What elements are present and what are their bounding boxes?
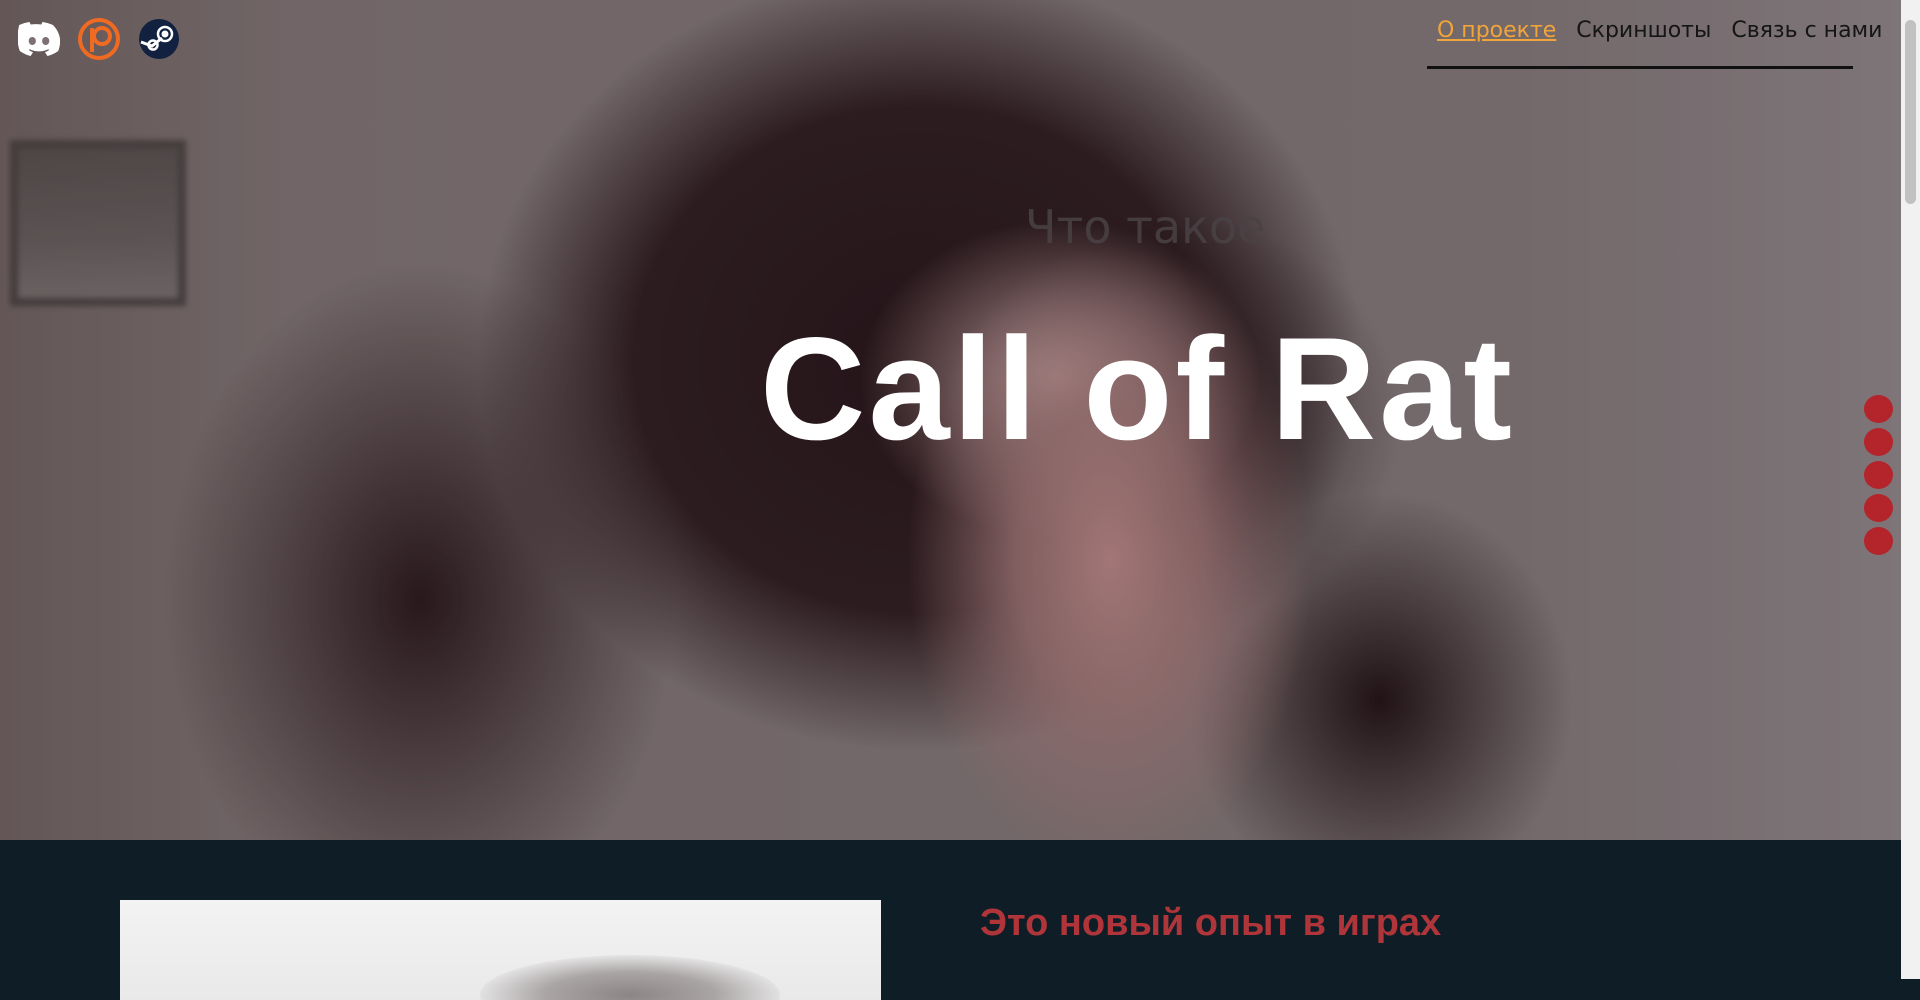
steam-icon[interactable]	[138, 18, 180, 60]
top-navigation: О проекте Скриншоты Связь с нами	[1427, 18, 1882, 69]
pagination-dot-3[interactable]	[1864, 461, 1893, 489]
about-image	[120, 900, 881, 1000]
about-section: Это новый опыт в играх	[0, 840, 1901, 1000]
page-scrollbar[interactable]	[1901, 0, 1920, 979]
hero-title: Call of Rat	[760, 307, 1515, 470]
nav-item-screenshots[interactable]: Скриншоты	[1566, 18, 1711, 43]
pagination-dot-2[interactable]	[1864, 428, 1893, 456]
scrollbar-thumb[interactable]	[1905, 20, 1916, 204]
nav-item-about[interactable]: О проекте	[1427, 18, 1556, 43]
pagination-dot-1[interactable]	[1864, 395, 1893, 423]
pagination-dot-5[interactable]	[1864, 527, 1893, 555]
about-heading: Это новый опыт в играх	[980, 902, 1442, 944]
pagination-dot-4[interactable]	[1864, 494, 1893, 522]
hero-eyebrow: Что такое	[1025, 200, 1266, 254]
hero-section: Что такое Call of Rat	[0, 0, 1901, 840]
nav-item-contact[interactable]: Связь с нами	[1721, 18, 1882, 43]
discord-icon[interactable]	[18, 18, 60, 60]
section-pagination-dots	[1864, 395, 1893, 555]
about-image-subject	[480, 955, 780, 1000]
social-links	[18, 18, 180, 60]
patreon-icon[interactable]	[78, 18, 120, 60]
